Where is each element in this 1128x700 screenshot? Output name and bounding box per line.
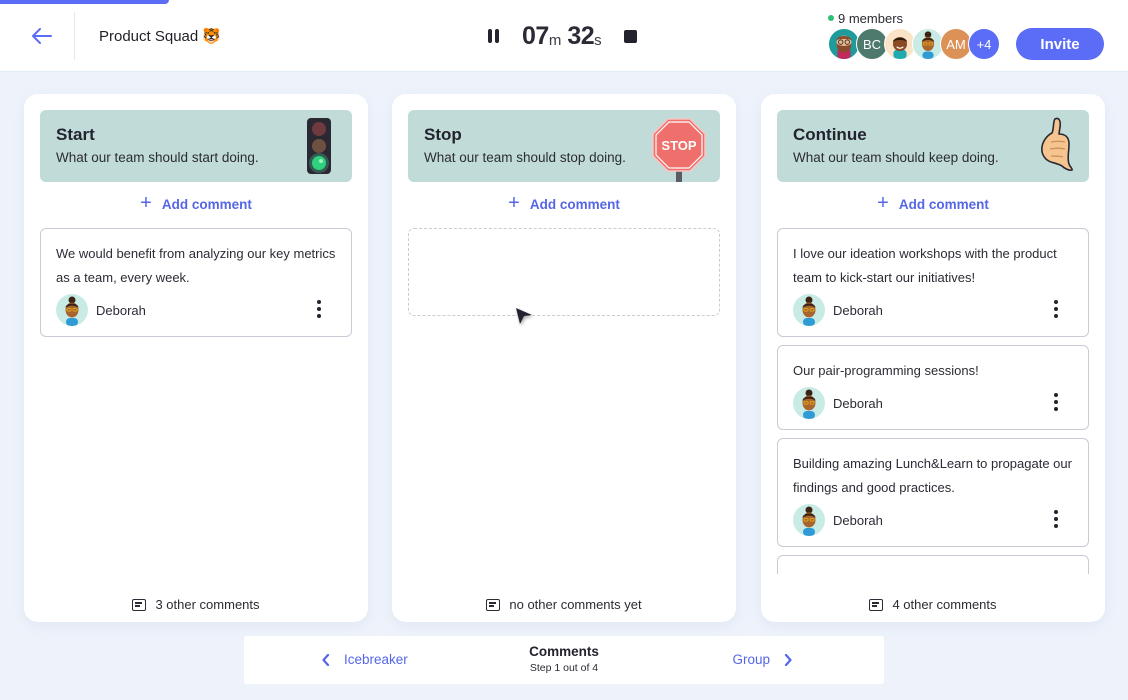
other-comments-count[interactable]: 3 other comments [24, 597, 368, 612]
top-bar: Product Squad 🐯 07 m 32 s 9 members BC A… [0, 0, 1128, 72]
mouse-cursor-icon [516, 308, 533, 326]
column-continue: Continue What our team should keep doing… [761, 94, 1105, 622]
comment-card[interactable]: Our pair-programming sessions! Deborah [777, 345, 1089, 430]
pause-button[interactable] [484, 27, 502, 45]
comment-author: Deborah [793, 387, 1073, 419]
author-name: Deborah [96, 302, 146, 318]
column-header: Start What our team should start doing. [40, 110, 352, 182]
comment-drop-zone[interactable] [408, 228, 720, 316]
plus-icon: + [877, 191, 889, 214]
comment-author: Deborah [793, 294, 1073, 326]
comment-author: Deborah [56, 294, 336, 326]
column-subtitle: What our team should keep doing. [793, 150, 999, 165]
comments-icon [132, 598, 147, 611]
online-dot-icon [828, 15, 834, 21]
add-comment-button[interactable]: + Add comment [24, 191, 368, 214]
deborah-avatar [793, 387, 825, 419]
comment-text: Our pair-programming sessions! [793, 363, 979, 378]
comments-list[interactable]: I love our ideation workshops with the p… [777, 228, 1089, 574]
author-name: Deborah [833, 512, 883, 528]
header-divider [74, 12, 75, 60]
add-comment-button[interactable]: + Add comment [761, 191, 1105, 214]
deborah-avatar [793, 294, 825, 326]
stop-timer-button[interactable] [623, 29, 637, 43]
stop-sign-icon: STOP [652, 118, 706, 182]
timer-seconds: 32 [567, 21, 595, 50]
column-header: Stop What our team should stop doing. ST… [408, 110, 720, 182]
column-subtitle: What our team should start doing. [56, 150, 259, 165]
back-button[interactable] [24, 20, 60, 52]
next-step-button[interactable]: Group [732, 652, 792, 667]
author-name: Deborah [833, 302, 883, 318]
deborah-avatar [793, 504, 825, 536]
column-title: Continue [793, 125, 867, 144]
deborah-avatar [56, 294, 88, 326]
timer: 07 m 32 s [484, 20, 637, 52]
traffic-light-icon [307, 118, 331, 174]
author-name: Deborah [833, 395, 883, 411]
column-subtitle: What our team should stop doing. [424, 150, 626, 165]
comment-text: Building amazing Lunch&Learn to propagat… [793, 456, 1072, 495]
comment-text: We would benefit from analyzing our key … [56, 246, 336, 285]
members-count: 9 members [828, 10, 996, 26]
session-progress-bar [0, 0, 170, 4]
comments-icon [869, 598, 884, 611]
comment-card-partial[interactable] [777, 555, 1089, 574]
comment-text: I love our ideation workshops with the p… [793, 246, 1057, 285]
thumbs-up-icon [1041, 117, 1073, 171]
member-avatars[interactable]: BC AM +4 [828, 28, 1000, 60]
column-title: Stop [424, 125, 462, 144]
arrow-left-icon [32, 28, 52, 44]
column-title: Start [56, 125, 95, 144]
more-options-icon[interactable] [1052, 510, 1060, 528]
step-navigator: Icebreaker Comments Step 1 out of 4 Grou… [244, 636, 884, 684]
column-start: Start What our team should start doing. … [24, 94, 368, 622]
plus-icon: + [508, 191, 520, 214]
comments-icon [486, 598, 501, 611]
comment-card[interactable]: We would benefit from analyzing our key … [40, 228, 352, 337]
more-members-badge[interactable]: +4 [968, 28, 1000, 60]
more-options-icon[interactable] [1052, 393, 1060, 411]
column-stop: Stop What our team should stop doing. ST… [392, 94, 736, 622]
add-comment-button[interactable]: + Add comment [392, 191, 736, 214]
column-header: Continue What our team should keep doing… [777, 110, 1089, 182]
comments-list: We would benefit from analyzing our key … [40, 228, 352, 574]
comment-author: Deborah [793, 504, 1073, 536]
more-options-icon[interactable] [1052, 300, 1060, 318]
comments-list [408, 228, 720, 574]
members-panel: 9 members BC AM +4 [828, 10, 1000, 60]
plus-icon: + [140, 191, 152, 214]
comment-card[interactable]: Building amazing Lunch&Learn to propagat… [777, 438, 1089, 547]
timer-minutes: 07 [522, 21, 549, 50]
comment-card[interactable]: I love our ideation workshops with the p… [777, 228, 1089, 337]
other-comments-count[interactable]: 4 other comments [761, 597, 1105, 612]
timer-seconds-unit: s [594, 31, 602, 49]
other-comments-count[interactable]: no other comments yet [392, 597, 736, 612]
chevron-right-icon [784, 653, 792, 666]
invite-button[interactable]: Invite [1016, 28, 1104, 60]
timer-minutes-unit: m [548, 31, 562, 49]
svg-text:STOP: STOP [661, 138, 696, 153]
team-name: Product Squad 🐯 [99, 28, 222, 45]
more-options-icon[interactable] [315, 300, 323, 318]
